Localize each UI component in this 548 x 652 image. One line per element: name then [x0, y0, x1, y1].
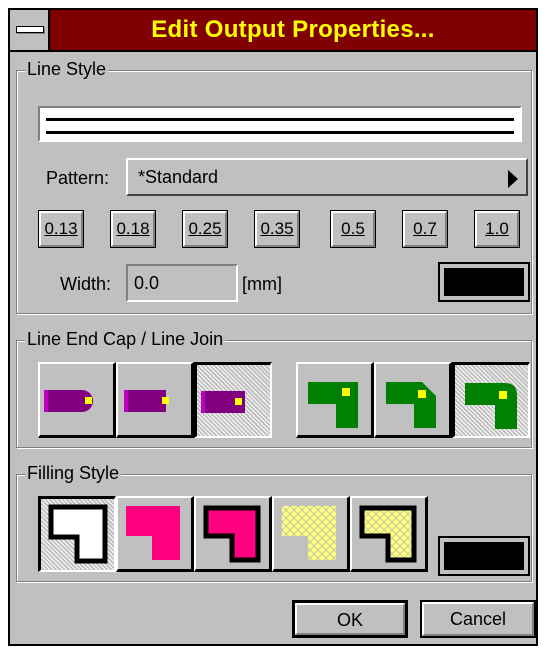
- width-value: 0.0: [134, 273, 160, 293]
- dialog-window: Edit Output Properties... Line Style Pat…: [8, 8, 538, 646]
- round-cap-icon: [44, 390, 93, 412]
- system-menu-button[interactable]: [10, 10, 50, 50]
- width-preset-button[interactable]: 0.25: [182, 210, 228, 248]
- ok-button[interactable]: OK: [292, 600, 408, 638]
- width-preset-label: 0.35: [260, 219, 294, 238]
- arrow-right-icon: [508, 170, 518, 188]
- width-label: Width:: [60, 274, 112, 294]
- bevel-join-icon: [386, 382, 436, 428]
- line-end-label: Line End Cap / Line Join: [25, 329, 226, 350]
- line-preview: [38, 106, 522, 142]
- fill-hatch-outline-button[interactable]: [350, 496, 428, 572]
- line-style-label: Line Style: [25, 59, 109, 80]
- round-cap-button[interactable]: [38, 362, 116, 438]
- miter-join-icon: [308, 382, 358, 428]
- fill-hatch-button[interactable]: [272, 496, 350, 572]
- cancel-button[interactable]: Cancel: [420, 600, 536, 638]
- fill-color-swatch: [444, 542, 524, 570]
- miter-join-button[interactable]: [296, 362, 374, 438]
- width-preset-button[interactable]: 0.18: [110, 210, 156, 248]
- width-preset-button[interactable]: 1.0: [474, 210, 520, 248]
- fill-solid-button[interactable]: [116, 496, 194, 572]
- width-preset-button[interactable]: 0.7: [402, 210, 448, 248]
- filling-style-label: Filling Style: [25, 463, 122, 484]
- fill-solid-icon: [126, 506, 180, 560]
- ok-label: OK: [336, 610, 363, 630]
- width-preset-label: 0.18: [116, 219, 150, 238]
- width-input[interactable]: 0.0: [126, 264, 238, 302]
- square-cap-button[interactable]: [194, 362, 272, 438]
- pattern-dropdown[interactable]: *Standard: [126, 158, 528, 196]
- width-preset-label: 0.25: [188, 219, 222, 238]
- fill-hatch-icon: [282, 506, 336, 560]
- width-preset-button[interactable]: 0.13: [38, 210, 84, 248]
- fill-solid-outline-button[interactable]: [194, 496, 272, 572]
- width-preset-label: 0.5: [341, 219, 365, 238]
- title-bar: Edit Output Properties...: [10, 10, 536, 52]
- fill-hatch-outline-icon: [359, 505, 417, 563]
- line-color-swatch: [444, 268, 524, 296]
- width-preset-button[interactable]: 0.35: [254, 210, 300, 248]
- fill-none-button[interactable]: [38, 496, 116, 572]
- width-preset-button[interactable]: 0.5: [330, 210, 376, 248]
- fill-solid-outline-icon: [203, 505, 261, 563]
- width-preset-label: 0.13: [44, 219, 78, 238]
- width-preset-label: 0.7: [413, 219, 437, 238]
- pattern-label: Pattern:: [46, 168, 110, 188]
- preview-line: [46, 118, 514, 134]
- cancel-label: Cancel: [449, 609, 507, 629]
- flat-cap-icon: [124, 390, 169, 412]
- line-color-button[interactable]: [438, 262, 530, 302]
- width-unit: [mm]: [242, 274, 282, 294]
- bevel-join-button[interactable]: [374, 362, 452, 438]
- fill-none-icon: [48, 504, 108, 564]
- square-cap-icon: [201, 391, 245, 413]
- round-join-icon: [465, 383, 517, 429]
- system-menu-icon: [16, 26, 44, 33]
- window-title: Edit Output Properties...: [151, 16, 435, 43]
- fill-color-button[interactable]: [438, 536, 530, 576]
- flat-cap-button[interactable]: [116, 362, 194, 438]
- width-preset-label: 1.0: [485, 219, 509, 238]
- pattern-value: *Standard: [138, 167, 219, 187]
- round-join-button[interactable]: [452, 362, 530, 438]
